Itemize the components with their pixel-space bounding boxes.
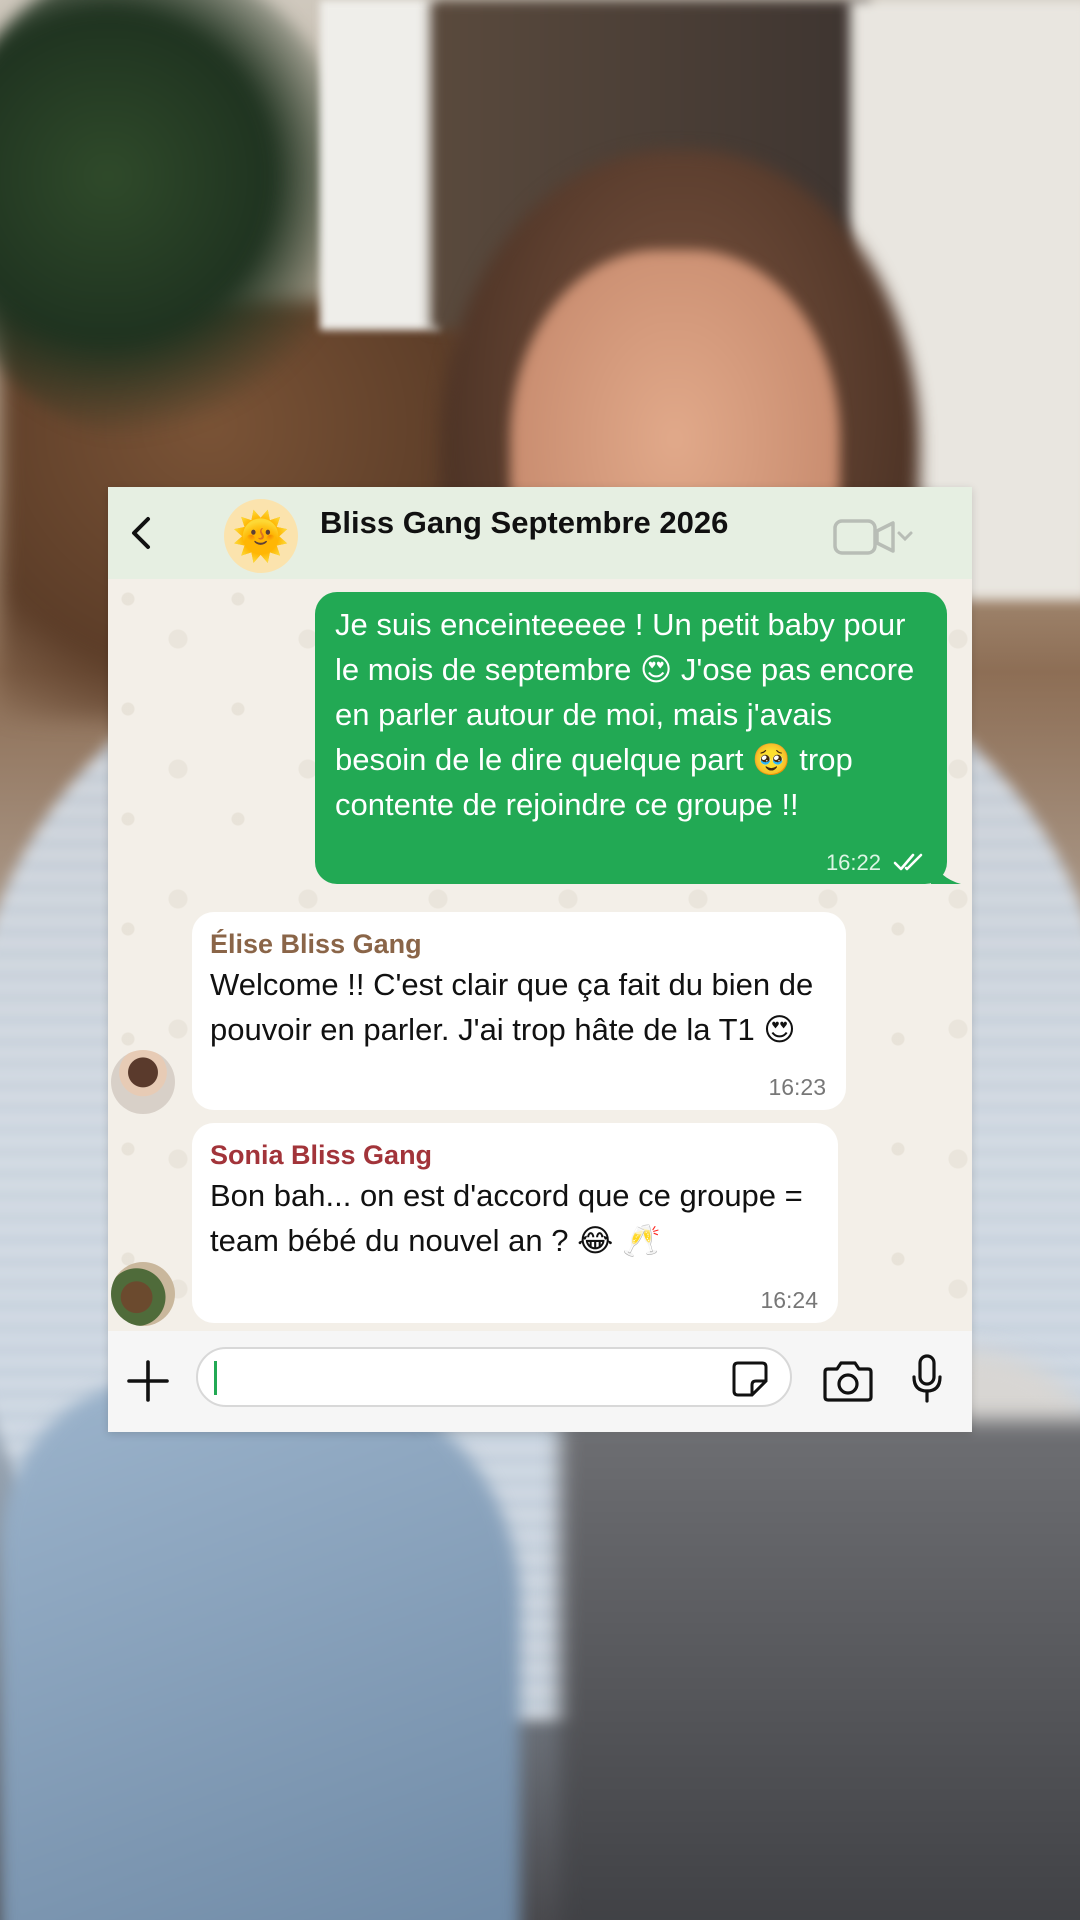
camera-icon[interactable] bbox=[822, 1359, 874, 1403]
chat-title[interactable]: Bliss Gang Septembre 2026 bbox=[320, 505, 728, 541]
message-text: Bon bah... on est d'accord que ce groupe… bbox=[210, 1178, 803, 1258]
avatar[interactable] bbox=[111, 1050, 175, 1114]
sun-emoji-icon: 🌞 bbox=[232, 510, 290, 562]
message-time: 16:23 bbox=[768, 1074, 826, 1100]
outgoing-message[interactable]: Je suis enceinteeeee ! Un petit baby pou… bbox=[315, 592, 961, 884]
sender-name[interactable]: Sonia Bliss Gang bbox=[210, 1139, 820, 1171]
incoming-message[interactable]: Élise Bliss Gang Welcome !! C'est clair … bbox=[192, 912, 846, 1110]
chevron-left-icon[interactable] bbox=[122, 513, 162, 553]
message-list: Je suis enceinteeeee ! Un petit baby pou… bbox=[108, 579, 972, 1331]
text-cursor bbox=[214, 1361, 217, 1395]
message-input[interactable] bbox=[196, 1347, 792, 1407]
chat-header: 🌞 Bliss Gang Septembre 2026 bbox=[108, 487, 972, 579]
plus-icon[interactable] bbox=[126, 1359, 170, 1403]
double-check-icon bbox=[893, 851, 927, 873]
sticker-icon[interactable] bbox=[730, 1359, 770, 1399]
message-text: Je suis enceinteeeee ! Un petit baby pou… bbox=[335, 607, 915, 822]
microphone-icon[interactable] bbox=[910, 1353, 944, 1405]
incoming-message[interactable]: Sonia Bliss Gang Bon bah... on est d'acc… bbox=[192, 1123, 838, 1323]
composer-bar bbox=[108, 1331, 972, 1432]
chat-window: 🌞 Bliss Gang Septembre 2026 Je suis ence… bbox=[108, 487, 972, 1432]
message-text: Welcome !! C'est clair que ça fait du bi… bbox=[210, 967, 814, 1047]
sender-name[interactable]: Élise Bliss Gang bbox=[210, 928, 828, 960]
bubble-tail bbox=[931, 858, 961, 884]
group-avatar[interactable]: 🌞 bbox=[224, 499, 298, 573]
video-camera-icon[interactable] bbox=[833, 517, 929, 557]
message-time: 16:24 bbox=[760, 1287, 818, 1313]
message-time: 16:22 bbox=[825, 850, 881, 875]
avatar[interactable] bbox=[111, 1262, 175, 1326]
